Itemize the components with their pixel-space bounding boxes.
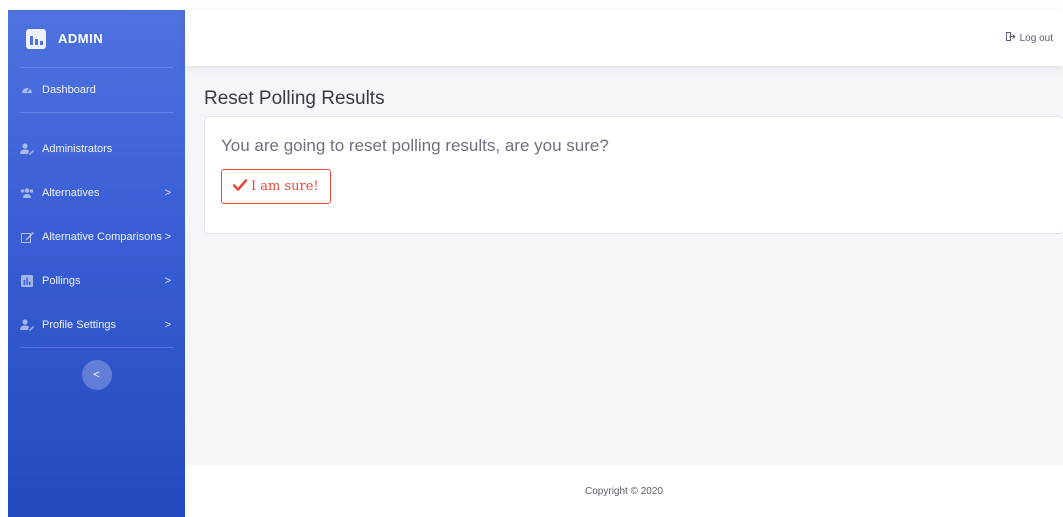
chevron-right-icon: > xyxy=(164,275,171,287)
sidebar-item-administrators[interactable]: Administrators xyxy=(8,127,185,171)
main-content: Reset Polling Results You are going to r… xyxy=(185,66,1063,465)
footer: Copyright © 2020 xyxy=(185,465,1063,517)
sidebar-item-profile-settings[interactable]: Profile Settings > xyxy=(8,303,185,347)
sidebar-toggle-button[interactable]: < xyxy=(81,360,112,390)
bar-chart-icon xyxy=(26,28,46,49)
poll-icon xyxy=(20,274,34,288)
sidebar-brand[interactable]: ADMIN xyxy=(8,10,185,67)
sidebar-item-alternative-comparisons[interactable]: Alternative Comparisons > xyxy=(8,215,185,259)
logout-link[interactable]: Log out xyxy=(1005,32,1053,44)
copyright-text: Copyright © 2020 xyxy=(585,485,663,497)
sign-out-icon xyxy=(1005,32,1016,44)
tachometer-icon xyxy=(20,83,34,97)
chevron-right-icon: > xyxy=(164,319,171,331)
user-cog-icon xyxy=(20,318,34,332)
chevron-right-icon: > xyxy=(164,231,171,243)
confirm-reset-button[interactable]: I am sure! xyxy=(221,169,331,204)
chevron-left-icon: < xyxy=(93,369,100,381)
topbar: Log out xyxy=(185,10,1063,66)
users-icon xyxy=(20,186,34,200)
logout-label: Log out xyxy=(1019,32,1053,44)
confirm-reset-label: I am sure! xyxy=(251,179,319,194)
sidebar-item-label: Dashboard xyxy=(42,84,96,96)
sidebar-item-label: Profile Settings xyxy=(42,319,116,331)
sidebar-item-alternatives[interactable]: Alternatives > xyxy=(8,171,185,215)
edit-icon xyxy=(20,230,34,244)
user-edit-icon xyxy=(20,142,34,156)
sidebar-item-dashboard[interactable]: Dashboard xyxy=(8,68,185,112)
sidebar-item-label: Alternatives xyxy=(42,187,100,199)
brand-title: ADMIN xyxy=(58,31,104,46)
check-icon xyxy=(232,178,248,195)
confirm-message: You are going to reset polling results, … xyxy=(221,136,609,155)
page-title: Reset Polling Results xyxy=(204,88,385,109)
sidebar: ADMIN Dashboard Administrators Alternati… xyxy=(8,10,185,517)
sidebar-divider xyxy=(20,347,173,348)
confirm-card: You are going to reset polling results, … xyxy=(204,116,1063,234)
sidebar-item-label: Alternative Comparisons xyxy=(42,231,162,243)
sidebar-item-label: Administrators xyxy=(42,143,113,155)
sidebar-item-pollings[interactable]: Pollings > xyxy=(8,259,185,303)
sidebar-item-label: Pollings xyxy=(42,275,81,287)
chevron-right-icon: > xyxy=(164,187,171,199)
